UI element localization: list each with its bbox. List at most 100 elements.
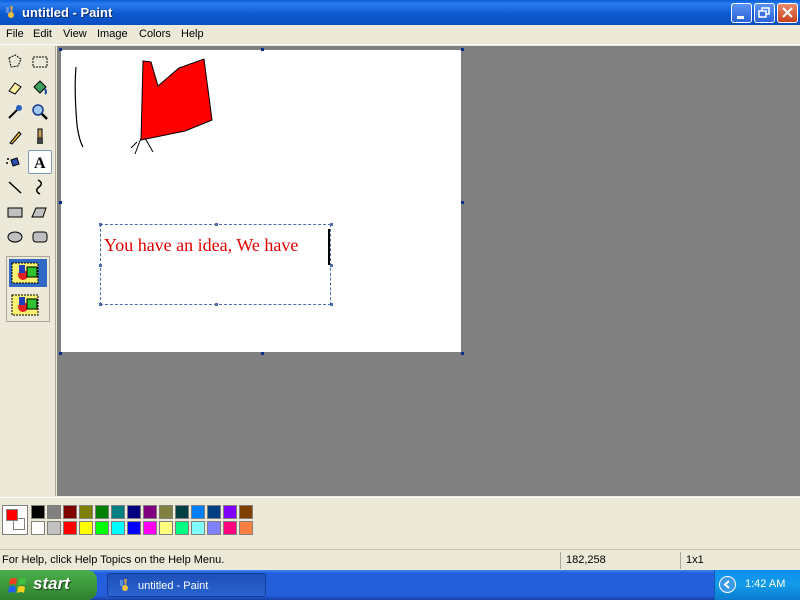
tool-airbrush[interactable]	[3, 150, 27, 174]
menu-bar: File Edit View Image Colors Help	[0, 25, 800, 45]
palette-color-swatch[interactable]	[191, 505, 205, 519]
menu-edit[interactable]: Edit	[33, 28, 52, 40]
start-label: start	[33, 574, 70, 593]
palette-color-swatch[interactable]	[127, 505, 141, 519]
tool-free-form-select[interactable]	[3, 50, 27, 74]
palette-color-swatch[interactable]	[47, 521, 61, 535]
tool-select[interactable]	[28, 50, 52, 74]
text-box-handle[interactable]	[330, 223, 333, 226]
palette-color-swatch[interactable]	[207, 521, 221, 535]
palette-color-swatch[interactable]	[143, 521, 157, 535]
text-box-handle[interactable]	[330, 303, 333, 306]
transparent-background-option[interactable]	[9, 291, 47, 319]
palette-color-swatch[interactable]	[79, 521, 93, 535]
show-hidden-icons-button[interactable]	[719, 576, 736, 593]
tool-pick-color[interactable]	[3, 100, 27, 124]
paint-icon	[4, 5, 18, 19]
tool-fill-with-color[interactable]	[28, 75, 52, 99]
tool-curve[interactable]	[28, 175, 52, 199]
minimize-icon	[737, 16, 744, 19]
windows-logo-icon	[8, 578, 26, 593]
menu-file[interactable]: File	[6, 28, 24, 40]
status-size: 1x1	[680, 552, 800, 569]
palette-color-swatch[interactable]	[127, 521, 141, 535]
palette-color-swatch[interactable]	[159, 521, 173, 535]
menu-help[interactable]: Help	[181, 28, 204, 40]
palette-color-swatch[interactable]	[223, 505, 237, 519]
ellipse-icon	[7, 231, 23, 243]
palette-color-swatch[interactable]	[191, 521, 205, 535]
tool-options-box	[6, 256, 50, 322]
tool-rounded-rectangle[interactable]	[28, 225, 52, 249]
eraser-icon	[8, 82, 22, 95]
canvas-resize-handle[interactable]	[261, 352, 264, 355]
palette-color-swatch[interactable]	[31, 521, 45, 535]
window-title: untitled - Paint	[22, 5, 113, 20]
close-button[interactable]	[777, 3, 798, 23]
current-colors	[2, 505, 28, 535]
canvas-resize-handle	[261, 48, 264, 51]
tool-box: A	[0, 46, 56, 496]
text-box-handle[interactable]	[99, 223, 102, 226]
tool-rectangle[interactable]	[3, 200, 27, 224]
pencil-icon	[9, 131, 22, 145]
taskbar: start untitled - Paint 1:42 AM	[0, 570, 800, 600]
drawing-canvas[interactable]: You have an idea, We have	[61, 50, 461, 352]
palette-color-swatch[interactable]	[143, 505, 157, 519]
tool-polygon[interactable]	[28, 200, 52, 224]
palette-color-swatch[interactable]	[31, 505, 45, 519]
text-box-handle[interactable]	[99, 264, 102, 267]
rectangle-icon	[7, 207, 23, 218]
palette-color-swatch[interactable]	[111, 521, 125, 535]
palette-color-swatch[interactable]	[47, 505, 61, 519]
curve-icon	[36, 179, 42, 195]
text-box-content[interactable]: You have an idea, We have	[104, 235, 298, 256]
canvas-resize-handle[interactable]	[461, 352, 464, 355]
palette-color-swatch[interactable]	[239, 505, 253, 519]
line-icon	[8, 181, 22, 194]
palette-color-swatch[interactable]	[175, 505, 189, 519]
tool-brush[interactable]	[28, 125, 52, 149]
title-bar[interactable]: untitled - Paint	[0, 0, 800, 25]
text-entry-box[interactable]: You have an idea, We have	[99, 223, 333, 306]
tool-line[interactable]	[3, 175, 27, 199]
workspace: You have an idea, We have	[57, 46, 800, 496]
tool-magnifier[interactable]	[28, 100, 52, 124]
palette-color-swatch[interactable]	[239, 521, 253, 535]
restore-button[interactable]	[754, 3, 775, 23]
menu-image[interactable]: Image	[97, 28, 128, 40]
menu-view[interactable]: View	[63, 28, 87, 40]
color-box	[0, 497, 800, 545]
palette-color-swatch[interactable]	[79, 505, 93, 519]
palette-color-swatch[interactable]	[223, 521, 237, 535]
clock[interactable]: 1:42 AM	[745, 578, 785, 590]
tool-text[interactable]: A	[28, 150, 52, 174]
taskbar-item-paint[interactable]: untitled - Paint	[107, 573, 266, 597]
palette-color-swatch[interactable]	[207, 505, 221, 519]
palette-color-swatch[interactable]	[63, 505, 77, 519]
text-box-handle[interactable]	[330, 264, 333, 267]
text-cursor	[328, 229, 330, 265]
status-bar: For Help, click Help Topics on the Help …	[0, 549, 800, 570]
palette-color-swatch[interactable]	[95, 505, 109, 519]
text-box-handle[interactable]	[99, 303, 102, 306]
canvas-resize-handle[interactable]	[461, 201, 464, 204]
brush-icon	[37, 128, 43, 144]
tool-pencil[interactable]	[3, 125, 27, 149]
tool-eraser[interactable]	[3, 75, 27, 99]
text-box-handle[interactable]	[215, 223, 218, 226]
text-box-handle[interactable]	[215, 303, 218, 306]
palette-color-swatch[interactable]	[111, 505, 125, 519]
start-button[interactable]: start	[0, 570, 97, 600]
palette-color-swatch[interactable]	[159, 505, 173, 519]
palette-color-swatch[interactable]	[175, 521, 189, 535]
minimize-button[interactable]	[731, 3, 752, 23]
text-icon: A	[34, 155, 46, 172]
menu-colors[interactable]: Colors	[139, 28, 171, 40]
canvas-resize-handle	[59, 48, 62, 51]
palette-color-swatch[interactable]	[95, 521, 109, 535]
tool-ellipse[interactable]	[3, 225, 27, 249]
magnifier-icon	[32, 104, 48, 120]
palette-color-swatch[interactable]	[63, 521, 77, 535]
opaque-background-option[interactable]	[9, 259, 47, 287]
